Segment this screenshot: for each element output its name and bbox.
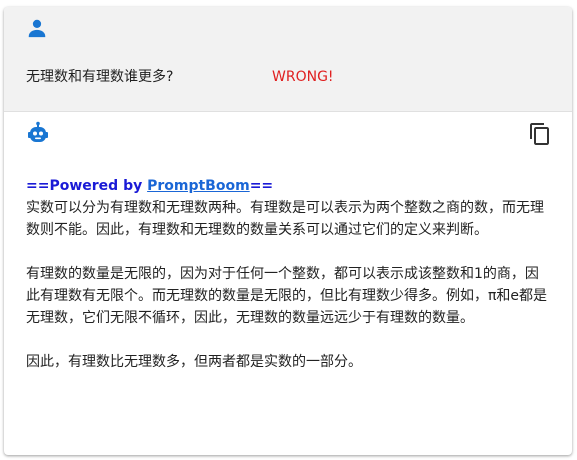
answer-paragraph: 有理数的数量是无限的，因为对于任何一个整数，都可以表示成该整数和1的商，因此有理… xyxy=(26,266,548,326)
copy-icon xyxy=(530,123,549,145)
chat-card: 无理数和有理数谁更多? WRONG! ==Powered by PromptBo… xyxy=(4,7,572,455)
powered-prefix: ==Powered by xyxy=(26,178,148,194)
wrong-flag: WRONG! xyxy=(272,69,334,85)
powered-suffix: == xyxy=(249,178,274,194)
powered-by-line: ==Powered by PromptBoom== xyxy=(26,175,550,197)
copy-button[interactable] xyxy=(526,120,554,148)
assistant-answer: ==Powered by PromptBoom== 实数可以分为有理数和无理数两… xyxy=(26,175,550,373)
user-message: 无理数和有理数谁更多? WRONG! xyxy=(4,7,572,112)
promptboom-link[interactable]: PromptBoom xyxy=(147,178,250,194)
answer-paragraph: 实数可以分为有理数和无理数两种。有理数是可以表示为两个整数之商的数，而无理数则不… xyxy=(26,200,544,238)
person-icon xyxy=(26,17,48,39)
robot-icon xyxy=(26,121,50,145)
answer-paragraph: 因此，有理数比无理数多，但两者都是实数的一部分。 xyxy=(26,354,362,370)
user-question-text: 无理数和有理数谁更多? xyxy=(26,69,174,85)
